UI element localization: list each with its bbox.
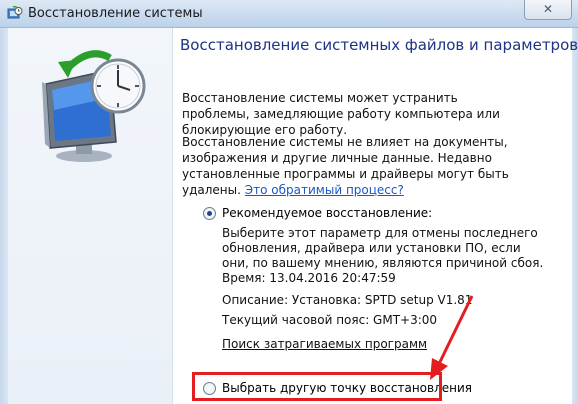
recommended-description: Выберите этот параметр для отмены послед…	[222, 226, 543, 271]
title-bar: Восстановление системы ✕	[0, 0, 578, 28]
restore-timezone: Текущий часовой пояс: GMT+3:00	[222, 313, 438, 327]
recommended-restore-option[interactable]: Рекомендуемое восстановление:	[203, 206, 432, 220]
monitor-with-clock-restore-icon	[42, 50, 146, 162]
info-paragraph: Восстановление системы не влияет на доку…	[182, 134, 522, 198]
highlight-box	[192, 372, 442, 401]
window-frame-left	[0, 28, 8, 404]
intro-paragraph: Восстановление системы может устранить п…	[182, 91, 500, 137]
description-line: обновления, драйвера или установки ПО, е…	[222, 241, 521, 255]
system-restore-icon	[7, 6, 23, 19]
description-line: Выберите этот параметр для отмены послед…	[222, 226, 538, 240]
annotation-arrow	[430, 295, 474, 380]
affected-programs-link[interactable]: Поиск затрагиваемых программ	[222, 337, 427, 352]
reversible-process-link[interactable]: Это обратимый процесс?	[245, 183, 404, 197]
restore-time: Время: 13.04.2016 20:47:59	[222, 271, 396, 285]
close-button[interactable]: ✕	[524, 0, 572, 20]
left-illustration-panel	[8, 28, 173, 404]
window-title: Восстановление системы	[28, 6, 203, 21]
description-line: они, по вашему мнению, являются причиной…	[222, 256, 544, 270]
recommended-restore-label: Рекомендуемое восстановление:	[222, 206, 433, 220]
page-heading: Восстановление системных файлов и параме…	[180, 36, 578, 54]
recommended-restore-radio[interactable]	[203, 206, 216, 220]
window-frame-right	[572, 28, 578, 404]
